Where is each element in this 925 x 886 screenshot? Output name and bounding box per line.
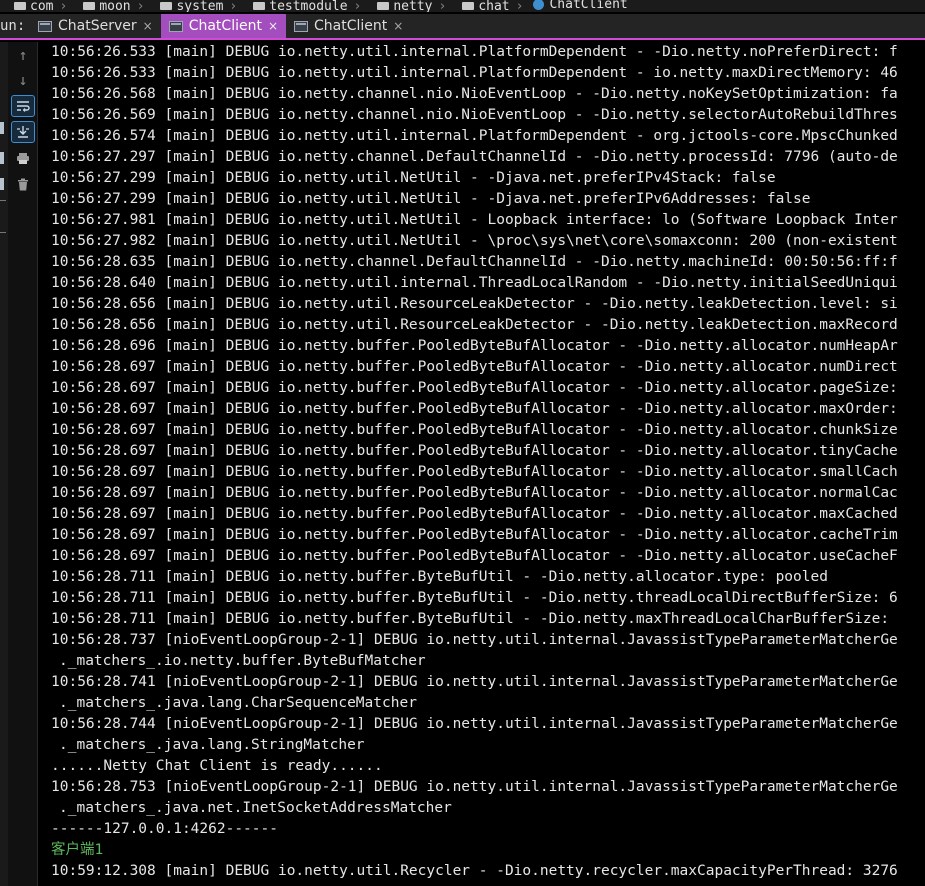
close-icon[interactable]: × bbox=[268, 19, 278, 33]
soft-wrap-icon[interactable] bbox=[11, 95, 35, 117]
breadcrumb-label: testmodule bbox=[269, 0, 348, 12]
console-line: 10:56:26.533 [main] DEBUG io.netty.util.… bbox=[51, 65, 898, 81]
console-output[interactable]: 10:56:26.533 [main] DEBUG io.netty.util.… bbox=[38, 42, 925, 886]
console-line: ._matchers_.io.netty.buffer.ByteBufMatch… bbox=[59, 653, 426, 669]
console-line: 10:56:28.711 [main] DEBUG io.netty.buffe… bbox=[51, 569, 828, 585]
console-line: 10:56:27.981 [main] DEBUG io.netty.util.… bbox=[51, 212, 898, 228]
breadcrumb-label: system bbox=[176, 0, 224, 12]
console-line: ......Netty Chat Client is ready...... bbox=[51, 758, 383, 774]
breadcrumb-item[interactable]: netty › bbox=[365, 0, 447, 12]
console-line: 10:56:27.299 [main] DEBUG io.netty.util.… bbox=[51, 170, 776, 186]
breadcrumb-label: netty bbox=[393, 0, 433, 12]
folder-icon bbox=[377, 2, 390, 10]
console-toolbar: ↑ ↓ bbox=[8, 42, 38, 886]
console-line: 10:56:28.640 [main] DEBUG io.netty.util.… bbox=[51, 275, 898, 291]
console-line: 10:56:27.299 [main] DEBUG io.netty.util.… bbox=[51, 191, 811, 207]
console-line: ._matchers_.java.lang.CharSequenceMatche… bbox=[59, 695, 417, 711]
tab-chatserver[interactable]: ChatServer × bbox=[30, 14, 161, 38]
console-icon bbox=[294, 20, 309, 32]
run-tab-bar: un: ChatServer × ChatClient × ChatClient × bbox=[0, 14, 925, 40]
console-line: 10:56:28.711 [main] DEBUG io.netty.buffe… bbox=[51, 590, 898, 606]
chevron-right-icon: › bbox=[229, 0, 238, 12]
breadcrumb-item[interactable]: testmodule › bbox=[241, 0, 362, 12]
breadcrumb-label: chat bbox=[478, 0, 510, 12]
console-input-line: 客户端1 bbox=[51, 842, 104, 858]
console-line: 10:56:28.737 [nioEventLoopGroup-2-1] DEB… bbox=[51, 632, 898, 648]
console-line: 10:56:26.568 [main] DEBUG io.netty.chann… bbox=[51, 86, 898, 102]
breadcrumb-label: com bbox=[30, 0, 54, 12]
console-line: 10:56:28.696 [main] DEBUG io.netty.buffe… bbox=[51, 338, 898, 354]
console-line: 10:56:28.697 [main] DEBUG io.netty.buffe… bbox=[51, 401, 898, 417]
chevron-right-icon: › bbox=[515, 0, 524, 12]
strip-divider bbox=[0, 232, 6, 233]
up-arrow-icon[interactable]: ↑ bbox=[11, 44, 35, 66]
console-line: 10:56:28.656 [main] DEBUG io.netty.util.… bbox=[51, 296, 898, 312]
tab-chatclient[interactable]: ChatClient × bbox=[160, 14, 287, 38]
console-line: 10:56:28.697 [main] DEBUG io.netty.buffe… bbox=[51, 506, 898, 522]
strip-marker bbox=[0, 152, 4, 164]
console-line: 10:56:28.656 [main] DEBUG io.netty.util.… bbox=[51, 317, 898, 333]
console-line: 10:56:28.697 [main] DEBUG io.netty.buffe… bbox=[51, 485, 898, 501]
console-line: 10:56:28.697 [main] DEBUG io.netty.buffe… bbox=[51, 464, 898, 480]
run-label: un: bbox=[0, 18, 26, 34]
console-line: ._matchers_.java.lang.StringMatcher bbox=[59, 737, 365, 753]
chevron-right-icon: › bbox=[353, 0, 362, 12]
console-line: 10:56:28.697 [main] DEBUG io.netty.buffe… bbox=[51, 422, 898, 438]
folder-icon bbox=[462, 2, 475, 10]
breadcrumb-item[interactable]: ChatClient bbox=[527, 0, 628, 12]
console-line: 10:56:28.744 [nioEventLoopGroup-2-1] DEB… bbox=[51, 716, 898, 732]
chevron-right-icon: › bbox=[438, 0, 447, 12]
scroll-to-end-icon[interactable] bbox=[11, 121, 35, 143]
console-line: 10:56:28.753 [nioEventLoopGroup-2-1] DEB… bbox=[51, 779, 898, 795]
console-line: 10:56:28.697 [main] DEBUG io.netty.buffe… bbox=[51, 359, 898, 375]
folder-icon bbox=[253, 2, 266, 10]
close-icon[interactable]: × bbox=[143, 19, 153, 33]
tab-chatclient[interactable]: ChatClient × bbox=[286, 14, 411, 38]
console-line: 10:56:28.635 [main] DEBUG io.netty.chann… bbox=[51, 254, 898, 270]
breadcrumb-label: ChatClient bbox=[549, 0, 628, 12]
console-line: 10:56:28.697 [main] DEBUG io.netty.buffe… bbox=[51, 548, 898, 564]
tab-label: ChatClient bbox=[188, 18, 262, 34]
console-line: 10:56:27.297 [main] DEBUG io.netty.chann… bbox=[51, 149, 898, 165]
strip-marker bbox=[0, 178, 4, 190]
down-arrow-icon[interactable]: ↓ bbox=[11, 69, 35, 91]
console-line: 10:56:28.741 [nioEventLoopGroup-2-1] DEB… bbox=[51, 674, 898, 690]
folder-icon bbox=[14, 2, 26, 10]
tab-label: ChatServer bbox=[58, 18, 137, 34]
console-line: 10:59:12.308 [main] DEBUG io.netty.util.… bbox=[51, 863, 898, 879]
chevron-right-icon: › bbox=[59, 0, 68, 12]
console-icon bbox=[38, 20, 52, 32]
breadcrumb-item[interactable]: com › bbox=[0, 0, 68, 12]
console-line: 10:56:26.574 [main] DEBUG io.netty.util.… bbox=[51, 128, 898, 144]
console-icon bbox=[168, 20, 183, 32]
folder-icon bbox=[160, 2, 173, 10]
strip-marker bbox=[0, 122, 4, 134]
folder-icon bbox=[83, 2, 96, 10]
trash-icon[interactable] bbox=[11, 173, 35, 195]
console-line: 10:56:26.533 [main] DEBUG io.netty.util.… bbox=[51, 44, 898, 60]
console-line: ------127.0.0.1:4262------ bbox=[51, 821, 278, 837]
breadcrumb-label: moon bbox=[99, 0, 131, 12]
breadcrumb-item[interactable]: system › bbox=[148, 0, 238, 12]
console-line: 10:56:28.711 [main] DEBUG io.netty.buffe… bbox=[51, 611, 890, 627]
print-icon[interactable] bbox=[11, 147, 35, 169]
tab-label: ChatClient bbox=[314, 18, 388, 34]
console-line: 10:56:28.697 [main] DEBUG io.netty.buffe… bbox=[51, 443, 898, 459]
console-line: 10:56:26.569 [main] DEBUG io.netty.chann… bbox=[51, 107, 898, 123]
class-icon bbox=[533, 0, 545, 10]
breadcrumb-item[interactable]: moon › bbox=[71, 0, 145, 12]
close-icon[interactable]: × bbox=[393, 19, 403, 33]
chevron-right-icon: › bbox=[136, 0, 145, 12]
breadcrumb-item[interactable]: chat › bbox=[450, 0, 524, 12]
strip-divider bbox=[0, 200, 6, 201]
console-line: 10:56:28.697 [main] DEBUG io.netty.buffe… bbox=[51, 380, 898, 396]
console-line: 10:56:27.982 [main] DEBUG io.netty.util.… bbox=[51, 233, 898, 249]
console-line: 10:56:28.697 [main] DEBUG io.netty.buffe… bbox=[51, 527, 898, 543]
breadcrumb: com › moon › system › testmodule › netty › chat › Ch… bbox=[0, 0, 925, 12]
left-tool-strip bbox=[0, 42, 8, 886]
console-line: ._matchers_.java.net.InetSocketAddressMa… bbox=[59, 800, 452, 816]
